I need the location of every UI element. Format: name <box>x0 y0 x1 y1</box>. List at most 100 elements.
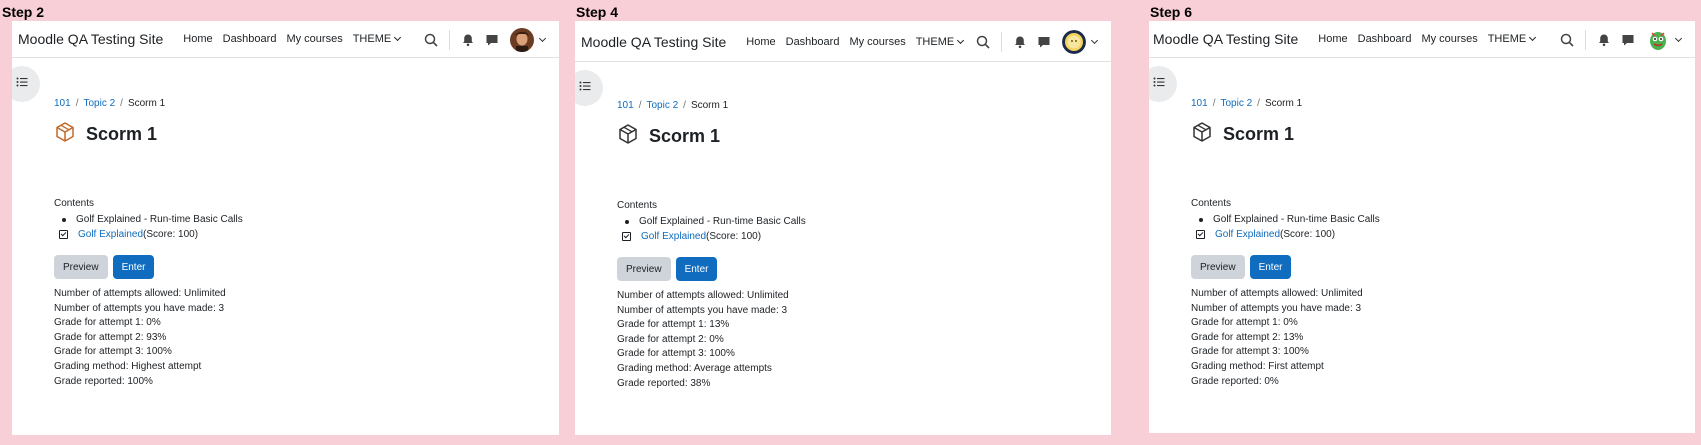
user-avatar[interactable] <box>1646 27 1670 52</box>
toc-sco-item: Golf Explained(Score: 100) <box>622 229 806 244</box>
site-name[interactable]: Moodle QA Testing Site <box>581 34 726 50</box>
breadcrumb: 101/Topic 2/Scorm 1 <box>617 100 729 111</box>
list-icon <box>579 79 591 97</box>
sco-score: (Score: 100) <box>706 231 762 242</box>
grading-method: Grading method: Average attempts <box>617 362 772 374</box>
grading-method: Grading method: First attempt <box>1191 360 1324 372</box>
site-name[interactable]: Moodle QA Testing Site <box>18 31 163 47</box>
user-avatar[interactable] <box>510 27 534 52</box>
nav-home[interactable]: Home <box>183 33 212 45</box>
preview-button[interactable]: Preview <box>617 257 671 281</box>
navbar: Moodle QA Testing Site Home Dashboard My… <box>12 21 559 58</box>
scorm-package-icon <box>617 123 639 150</box>
course-index-toggle[interactable] <box>12 66 40 102</box>
chevron-down-icon[interactable] <box>1674 34 1683 42</box>
breadcrumb-section-link[interactable]: Topic 2 <box>646 100 678 111</box>
user-avatar[interactable] <box>1062 29 1086 54</box>
scorm-toc: Golf Explained - Run-time Basic Calls Go… <box>59 212 243 242</box>
navbar: Moodle QA Testing Site Home Dashboard My… <box>575 21 1111 62</box>
grade-reported: Grade reported: 38% <box>617 377 711 389</box>
breadcrumb-current: Scorm 1 <box>690 100 729 111</box>
bell-icon[interactable] <box>460 32 476 48</box>
grade-attempt-1: Grade for attempt 1: 0% <box>54 317 161 329</box>
nav-dashboard[interactable]: Dashboard <box>223 33 277 45</box>
nav-theme-menu[interactable]: THEME <box>916 36 964 48</box>
breadcrumb-section-link[interactable]: Topic 2 <box>1220 98 1252 109</box>
nav-dashboard[interactable]: Dashboard <box>1358 33 1412 45</box>
nav-home[interactable]: Home <box>1318 33 1347 45</box>
page-title: Scorm 1 <box>1223 124 1295 144</box>
grade-attempt-3: Grade for attempt 3: 100% <box>1191 346 1309 358</box>
grade-attempt-1: Grade for attempt 1: 13% <box>617 319 730 331</box>
moodle-screenshot-panel: Moodle QA Testing Site Home Dashboard My… <box>575 21 1111 435</box>
nav-theme-menu[interactable]: THEME <box>353 33 401 45</box>
search-icon[interactable] <box>975 34 991 50</box>
enter-button[interactable]: Enter <box>1249 255 1292 279</box>
preview-button[interactable]: Preview <box>54 255 108 279</box>
nav-home[interactable]: Home <box>746 36 775 48</box>
completed-check-icon <box>1196 230 1205 239</box>
step-label: Step 4 <box>576 4 619 20</box>
scorm-toc: Golf Explained - Run-time Basic Calls Go… <box>622 214 806 244</box>
toc-parent-item: Golf Explained - Run-time Basic Calls <box>625 216 806 227</box>
enter-button[interactable]: Enter <box>112 255 155 279</box>
sco-link[interactable]: Golf Explained <box>1215 229 1280 240</box>
messages-icon[interactable] <box>484 32 500 48</box>
breadcrumb-current: Scorm 1 <box>127 98 166 109</box>
course-index-toggle[interactable] <box>575 70 603 106</box>
sco-score: (Score: 100) <box>143 229 199 240</box>
grade-reported: Grade reported: 100% <box>54 375 153 387</box>
breadcrumb-section-link[interactable]: Topic 2 <box>83 98 115 109</box>
attempts-allowed: Number of attempts allowed: Unlimited <box>1191 288 1363 299</box>
site-name[interactable]: Moodle QA Testing Site <box>1153 31 1298 47</box>
page-title: Scorm 1 <box>649 126 721 146</box>
attempts-made: Number of attempts you have made: 3 <box>1191 302 1362 314</box>
scorm-package-icon <box>1191 121 1213 148</box>
list-icon <box>1153 75 1165 93</box>
page-title: Scorm 1 <box>86 124 158 144</box>
chevron-down-icon[interactable] <box>1090 36 1099 44</box>
messages-icon[interactable] <box>1036 34 1052 50</box>
enter-button[interactable]: Enter <box>675 257 718 281</box>
sco-link[interactable]: Golf Explained <box>641 231 706 242</box>
nav-theme-menu[interactable]: THEME <box>1488 33 1536 45</box>
attempts-allowed: Number of attempts allowed: Unlimited <box>54 288 226 299</box>
search-icon[interactable] <box>423 32 439 48</box>
nav-dashboard[interactable]: Dashboard <box>786 36 840 48</box>
navbar: Moodle QA Testing Site Home Dashboard My… <box>1149 21 1695 58</box>
grade-attempt-3: Grade for attempt 3: 100% <box>617 348 735 360</box>
grade-attempt-2: Grade for attempt 2: 13% <box>1191 331 1304 343</box>
breadcrumb-course-link[interactable]: 101 <box>617 100 634 111</box>
preview-button[interactable]: Preview <box>1191 255 1245 279</box>
bell-icon[interactable] <box>1596 32 1612 48</box>
step-label: Step 2 <box>2 4 45 20</box>
scorm-toc: Golf Explained - Run-time Basic Calls Go… <box>1196 212 1380 242</box>
nav-my-courses[interactable]: My courses <box>1421 33 1477 45</box>
toc-sco-item: Golf Explained(Score: 100) <box>59 227 243 242</box>
bell-icon[interactable] <box>1012 34 1028 50</box>
divider <box>1001 31 1002 52</box>
grade-attempt-2: Grade for attempt 2: 0% <box>617 333 724 345</box>
contents-label: Contents <box>54 198 95 209</box>
nav-my-courses[interactable]: My courses <box>849 36 905 48</box>
breadcrumb: 101/Topic 2/Scorm 1 <box>54 98 166 109</box>
search-icon[interactable] <box>1559 32 1575 48</box>
breadcrumb-course-link[interactable]: 101 <box>1191 98 1208 109</box>
chevron-down-icon[interactable] <box>538 34 547 42</box>
grading-method: Grading method: Highest attempt <box>54 360 202 372</box>
messages-icon[interactable] <box>1620 32 1636 48</box>
sco-link[interactable]: Golf Explained <box>78 229 143 240</box>
completed-check-icon <box>622 232 631 241</box>
scorm-package-icon <box>54 121 76 148</box>
moodle-screenshot-panel: Moodle QA Testing Site Home Dashboard My… <box>1149 21 1695 433</box>
main-content: 101/Topic 2/Scorm 1 Scorm 1 Contents Gol… <box>1191 98 1380 389</box>
list-icon <box>16 75 28 93</box>
sco-score: (Score: 100) <box>1280 229 1336 240</box>
breadcrumb-current: Scorm 1 <box>1264 98 1303 109</box>
step-label: Step 6 <box>1150 4 1193 20</box>
contents-label: Contents <box>617 200 658 211</box>
course-index-toggle[interactable] <box>1149 66 1177 102</box>
breadcrumb-course-link[interactable]: 101 <box>54 98 71 109</box>
attempts-made: Number of attempts you have made: 3 <box>54 302 225 314</box>
nav-my-courses[interactable]: My courses <box>286 33 342 45</box>
